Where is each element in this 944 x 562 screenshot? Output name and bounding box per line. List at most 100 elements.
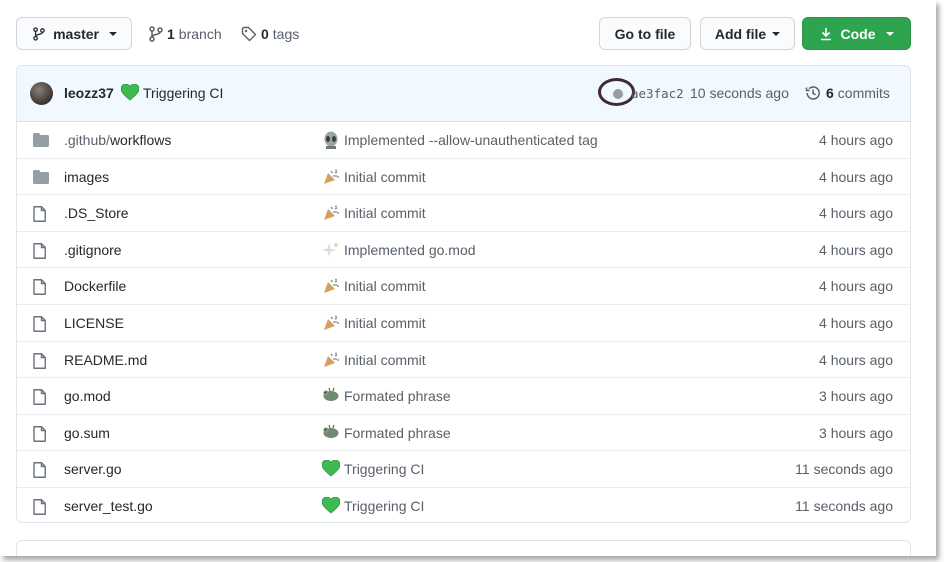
- file-icon: [33, 206, 49, 223]
- commit-sha-link[interactable]: ae3fac2: [631, 86, 684, 101]
- commit-age: 4 hours ago: [819, 205, 893, 222]
- alien-icon: [322, 131, 340, 149]
- file-row[interactable]: go.mod Formated phrase 3 hours ago: [17, 378, 910, 415]
- git-branch-icon: [33, 26, 45, 41]
- green-heart-icon: [321, 459, 341, 478]
- file-row[interactable]: images Initial commit 4 hours ago: [17, 159, 910, 196]
- commit-age: 4 hours ago: [819, 132, 893, 148]
- file-row[interactable]: server.go Triggering CI 11 seconds ago: [17, 451, 910, 488]
- avatar[interactable]: [30, 82, 53, 105]
- add-file-label: Add file: [714, 25, 767, 42]
- bug-icon: [322, 387, 340, 405]
- file-icon: [33, 279, 49, 296]
- commit-message-link[interactable]: Initial commit: [344, 315, 426, 331]
- commit-age: 4 hours ago: [819, 168, 893, 185]
- file-name-link[interactable]: Dockerfile: [64, 278, 126, 294]
- file-name-link[interactable]: server_test.go: [64, 498, 153, 514]
- file-icon: [33, 462, 49, 479]
- commit-age: 3 hours ago: [819, 388, 893, 405]
- code-button[interactable]: Code: [802, 17, 911, 50]
- file-name: go.mod: [64, 388, 111, 405]
- tags-link[interactable]: 0 tags: [241, 17, 299, 50]
- file-name-link[interactable]: images: [64, 169, 109, 185]
- commit-age: 11 seconds ago: [795, 497, 893, 514]
- file-name-link[interactable]: LICENSE: [64, 315, 124, 331]
- file-row[interactable]: README.md Initial commit 4 hours ago: [17, 342, 910, 379]
- tags-label: tags: [272, 25, 300, 42]
- file-name-link[interactable]: server.go: [64, 461, 122, 477]
- file-name-link[interactable]: go.mod: [64, 388, 111, 404]
- commit-author-link[interactable]: leozz37: [64, 85, 114, 101]
- commit-age: 4 hours ago: [819, 314, 893, 331]
- file-row[interactable]: .DS_Store Initial commit 4 hours ago: [17, 195, 910, 232]
- add-file-button[interactable]: Add file: [700, 17, 795, 50]
- commit-message-link[interactable]: Initial commit: [344, 205, 426, 221]
- file-name: LICENSE: [64, 314, 124, 331]
- commit-message-link[interactable]: Triggering CI: [143, 85, 223, 101]
- commit-message-link[interactable]: Initial commit: [344, 278, 426, 294]
- file-name: Dockerfile: [64, 278, 127, 295]
- file-icon: [33, 242, 49, 259]
- file-name: README.md: [64, 351, 148, 368]
- file-row[interactable]: go.sum Formated phrase 3 hours ago: [17, 415, 910, 452]
- commit-message-link[interactable]: Formated phrase: [344, 388, 451, 404]
- branches-link[interactable]: 1 branch: [149, 17, 222, 50]
- folder-icon: [33, 169, 49, 186]
- file-name-link[interactable]: .gitignore: [64, 242, 122, 258]
- file-name: workflows: [109, 132, 172, 148]
- commits-label: commits: [837, 85, 890, 101]
- go-to-file-label: Go to file: [614, 25, 676, 42]
- repository-file-browser: master 1 branch 0 tags Go to file Add fi…: [0, 0, 936, 556]
- file-icon: [33, 498, 49, 515]
- file-name: images: [64, 168, 110, 185]
- file-name: .gitignore: [64, 241, 122, 258]
- file-name-link[interactable]: go.sum: [64, 425, 110, 441]
- file-list-box: leozz37 Triggering CI ae3fac2 10 seconds…: [16, 65, 911, 523]
- green-heart-icon: [120, 83, 140, 106]
- commit-age: 4 hours ago: [819, 241, 893, 258]
- file-name: server_test.go: [64, 497, 153, 514]
- file-row[interactable]: .github/workflows Implemented --allow-una…: [17, 122, 910, 159]
- download-icon: [820, 27, 831, 40]
- sparkles-icon: [322, 241, 340, 259]
- commit-age: 3 hours ago: [819, 424, 893, 441]
- commit-message-link[interactable]: Triggering CI: [344, 461, 424, 477]
- party-popper-icon: [322, 351, 340, 369]
- commit-age: 4 hours ago: [819, 278, 893, 295]
- repo-toolbar: master 1 branch 0 tags Go to file Add fi…: [16, 17, 911, 50]
- branches-label: branch: [178, 25, 222, 42]
- history-icon: [805, 86, 820, 100]
- commit-message-link[interactable]: Initial commit: [344, 352, 426, 368]
- file-icon: [33, 352, 49, 369]
- go-to-file-button[interactable]: Go to file: [599, 17, 691, 50]
- chevron-down-icon: [885, 31, 894, 36]
- file-name-link[interactable]: README.md: [64, 352, 147, 368]
- file-row[interactable]: Dockerfile Initial commit 4 hours ago: [17, 268, 910, 305]
- file-name: server.go: [64, 461, 122, 478]
- commit-message-link[interactable]: Implemented --allow-unauthenticated tag: [344, 132, 598, 148]
- party-popper-icon: [322, 277, 340, 295]
- commit-time: 10 seconds ago: [690, 85, 789, 101]
- file-name-link[interactable]: .DS_Store: [64, 205, 129, 221]
- file-row[interactable]: LICENSE Initial commit 4 hours ago: [17, 305, 910, 342]
- file-row[interactable]: server_test.go Triggering CI 11 seconds ag…: [17, 488, 910, 522]
- readme-panel: [16, 540, 911, 556]
- commit-message-link[interactable]: Formated phrase: [344, 425, 451, 441]
- commits-history-link[interactable]: 6 commits: [805, 85, 890, 101]
- party-popper-icon: [322, 314, 340, 332]
- file-name-link[interactable]: .github/workflows: [64, 132, 171, 148]
- commit-age: 11 seconds ago: [795, 461, 893, 478]
- folder-icon: [33, 133, 49, 149]
- commit-message-link[interactable]: Implemented go.mod: [344, 242, 476, 258]
- highlight-circle-annotation: [598, 78, 635, 106]
- file-row[interactable]: .gitignore Implemented go.mod 4 hours ago: [17, 232, 910, 269]
- commit-message-link[interactable]: Initial commit: [344, 169, 426, 185]
- file-icon: [33, 316, 49, 332]
- file-icon: [33, 425, 49, 442]
- commit-message-link[interactable]: Triggering CI: [344, 498, 424, 514]
- file-name: go.sum: [64, 424, 110, 441]
- party-popper-icon: [322, 168, 340, 186]
- code-label: Code: [840, 25, 876, 42]
- commit-age: 4 hours ago: [819, 351, 893, 368]
- branch-select-button[interactable]: master: [16, 17, 132, 50]
